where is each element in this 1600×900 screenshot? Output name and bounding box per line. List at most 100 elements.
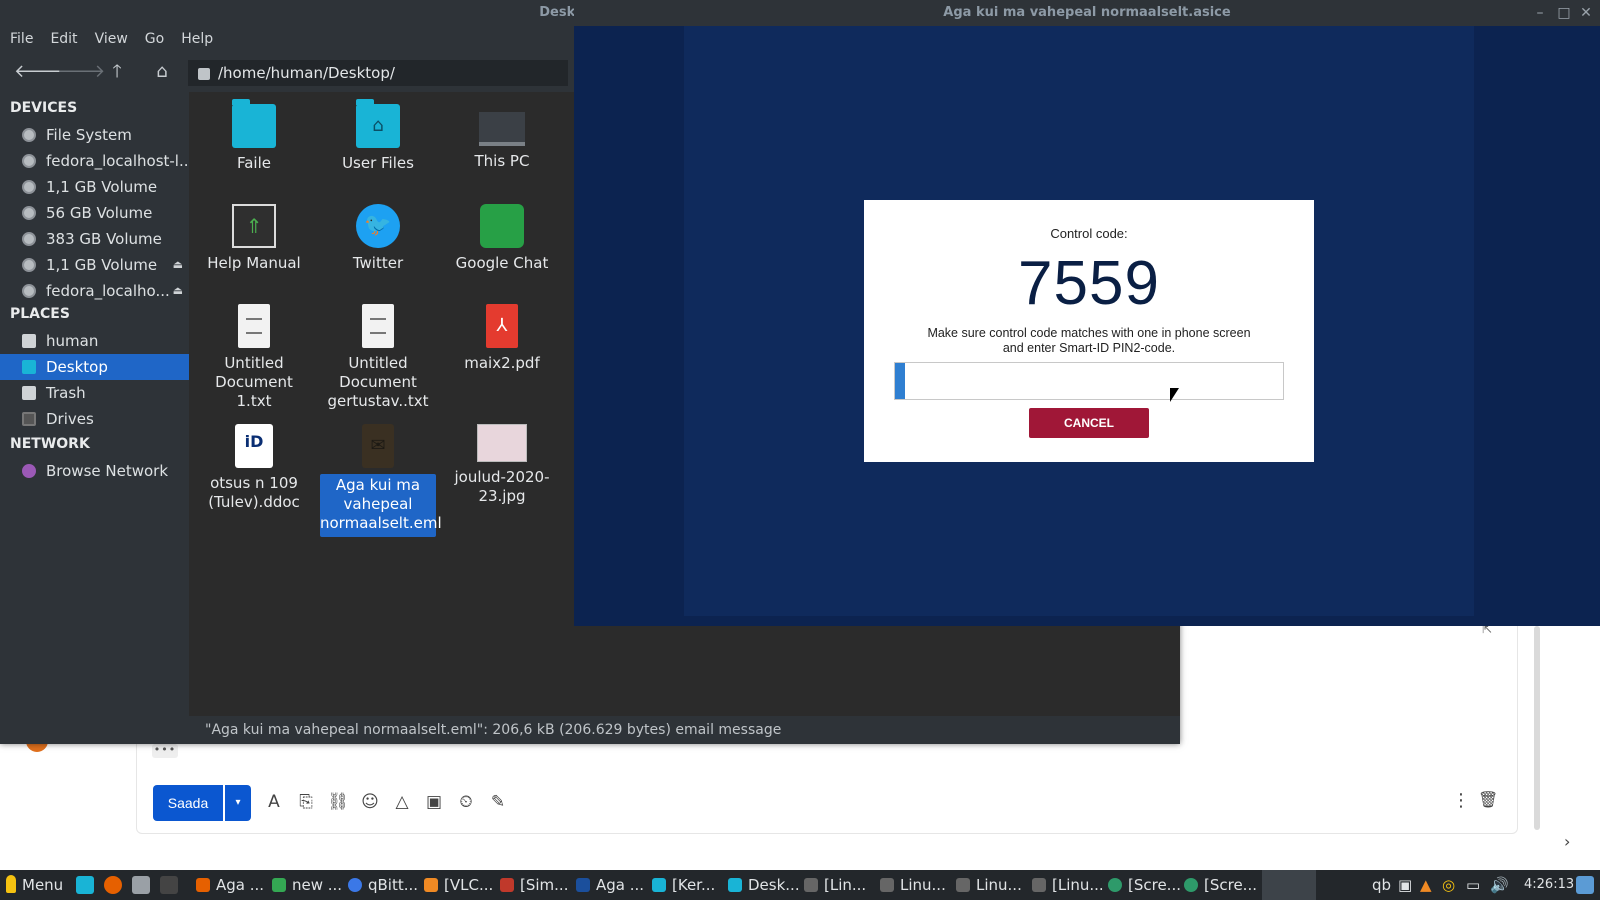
vlc-tray-icon[interactable]: ▲ [1420, 870, 1432, 900]
location-bar[interactable]: /home/human/Desktop/ [188, 60, 568, 86]
pin-input[interactable] [894, 362, 1284, 400]
photo-icon[interactable]: ▣ [422, 790, 446, 814]
task-terminal-2[interactable]: Linu... [880, 870, 952, 900]
file-label: maix2.pdf [464, 354, 540, 372]
sidebar-item-volume-383gb[interactable]: 383 GB Volume [0, 226, 189, 252]
task-screenshot-1[interactable]: [Scre... [1108, 870, 1180, 900]
file-item[interactable]: joulud-2020-23.jpg [444, 412, 560, 506]
task-label: Linu... [900, 876, 946, 894]
file-item-selected[interactable]: ✉ Aga kui ma vahepeal normaalselt.eml [320, 412, 442, 537]
eject-icon[interactable]: ⏏ [173, 278, 183, 304]
task-vlc[interactable]: [VLC... [424, 870, 496, 900]
file-label: Twitter [352, 254, 404, 272]
show-trimmed-content-button[interactable]: ••• [152, 744, 178, 758]
sidebar-item-drives[interactable]: Drives [0, 406, 189, 432]
files-icon[interactable] [132, 876, 150, 894]
drive-icon[interactable]: △ [390, 790, 414, 814]
task-label: [Scre... [1204, 876, 1256, 894]
sidebar-item-desktop[interactable]: Desktop [0, 354, 189, 380]
sidebar-item-volume-56gb[interactable]: 56 GB Volume [0, 200, 189, 226]
file-item[interactable]: Untitled Document 1.txt [196, 292, 312, 411]
task-sim[interactable]: [Sim... [500, 870, 572, 900]
signature-icon[interactable]: ✎ [486, 790, 510, 814]
task-terminal-1[interactable]: [Lin... [804, 870, 876, 900]
file-item[interactable]: iD otsus n 109 (Tulev).ddoc [196, 412, 312, 512]
task-digidoc[interactable]: Aga ... [576, 870, 648, 900]
attach-icon[interactable]: ⎘ [294, 790, 318, 814]
file-item[interactable]: Google Chat [444, 192, 560, 273]
file-item[interactable]: ⌂ User Files [320, 92, 436, 173]
sidebar-item-label: Desktop [46, 358, 108, 376]
firefox-icon[interactable] [104, 876, 122, 894]
sidebar-item-fedora-localhost[interactable]: fedora_localhost-l... [0, 148, 189, 174]
sidebar-item-volume-1[interactable]: 1,1 GB Volume [0, 174, 189, 200]
qbittorrent-tray-icon[interactable]: qb [1372, 870, 1391, 900]
sidebar-item-trash[interactable]: Trash [0, 380, 189, 406]
task-ker[interactable]: [Ker... [652, 870, 724, 900]
task-label: [Ker... [672, 876, 716, 894]
menu-help[interactable]: Help [171, 26, 220, 52]
discard-draft-icon[interactable]: 🗑 [1478, 790, 1498, 809]
google-chat-icon [480, 204, 524, 248]
task-terminal-3[interactable]: Linu... [956, 870, 1028, 900]
file-item[interactable]: Untitled Document gertustav..txt [320, 292, 436, 411]
task-screenshot-2[interactable]: [Scre... [1184, 870, 1256, 900]
emoji-icon[interactable]: ☺ [358, 790, 382, 814]
formatting-icon[interactable]: A [262, 790, 286, 814]
eject-icon[interactable]: ⏏ [173, 252, 183, 278]
menu-view[interactable]: View [85, 26, 135, 52]
camera-tray-icon[interactable]: ▣ [1398, 870, 1412, 900]
send-options-button[interactable]: ▾ [225, 785, 251, 821]
disk-icon [22, 206, 36, 220]
link-icon[interactable]: ⛓ [326, 790, 350, 814]
minimize-icon[interactable]: – [1528, 0, 1552, 26]
volume-icon[interactable]: 🔊 [1490, 870, 1509, 900]
start-menu-button[interactable]: Menu [6, 870, 63, 900]
network-icon [22, 464, 36, 478]
sidebar-item-volume-2[interactable]: 1,1 GB Volume ⏏ [0, 252, 189, 278]
send-button[interactable]: Saada [153, 785, 223, 821]
sidebar-item-human[interactable]: human [0, 328, 189, 354]
file-label: User Files [342, 154, 414, 172]
sidebar-item-fedora-localhost-2[interactable]: fedora_localho... ⏏ [0, 278, 189, 304]
user-tray-icon[interactable] [1576, 876, 1594, 894]
terminal-icon[interactable] [160, 876, 178, 894]
maximize-icon[interactable]: □ [1552, 0, 1576, 26]
task-firefox-aga[interactable]: Aga ... [196, 870, 268, 900]
menu-go[interactable]: Go [135, 26, 171, 52]
menu-edit[interactable]: Edit [40, 26, 84, 52]
menu-file[interactable]: File [0, 26, 40, 52]
home-icon[interactable]: ⌂ [147, 58, 177, 86]
update-tray-icon[interactable]: ◎ [1442, 870, 1455, 900]
task-desktop-files[interactable]: Desk... [728, 870, 800, 900]
sidebar-item-browse-network[interactable]: Browse Network [0, 458, 189, 484]
cancel-button[interactable]: CANCEL [1029, 408, 1149, 438]
confidential-icon[interactable]: ⏲ [454, 790, 478, 814]
back-icon[interactable]: 🡐 [14, 58, 62, 86]
file-item[interactable]: 🐦 Twitter [320, 192, 436, 273]
scrollbar[interactable] [1534, 626, 1540, 830]
computer-icon [479, 112, 525, 146]
close-icon[interactable]: ✕ [1574, 0, 1598, 26]
screenshot-icon [1108, 878, 1122, 892]
more-options-icon[interactable]: ⋮ [1452, 790, 1470, 811]
up-icon[interactable]: 🡑 [102, 58, 132, 86]
file-item[interactable]: This PC [444, 92, 560, 171]
sidebar-item-file-system[interactable]: File System [0, 122, 189, 148]
file-item[interactable]: ⇑ Help Manual [196, 192, 312, 273]
file-item[interactable]: ⅄ maix2.pdf [444, 292, 560, 373]
task-new[interactable]: new ... [272, 870, 344, 900]
text-document-icon [238, 304, 270, 348]
clock[interactable]: 4:26:13 [1524, 870, 1574, 900]
chevron-right-icon[interactable]: › [1564, 832, 1570, 851]
recorder-icon [500, 878, 514, 892]
show-desktop-icon[interactable] [76, 876, 94, 894]
file-item[interactable]: Faile [196, 92, 312, 173]
text-document-icon [362, 304, 394, 348]
workspace-switcher[interactable] [1262, 870, 1316, 900]
display-tray-icon[interactable]: ▭ [1466, 870, 1480, 900]
task-terminal-4[interactable]: [Linu... [1032, 870, 1104, 900]
forward-icon[interactable]: 🡒 [57, 58, 105, 86]
task-qbittorrent[interactable]: qBitt... [348, 870, 420, 900]
home-icon [22, 334, 36, 348]
